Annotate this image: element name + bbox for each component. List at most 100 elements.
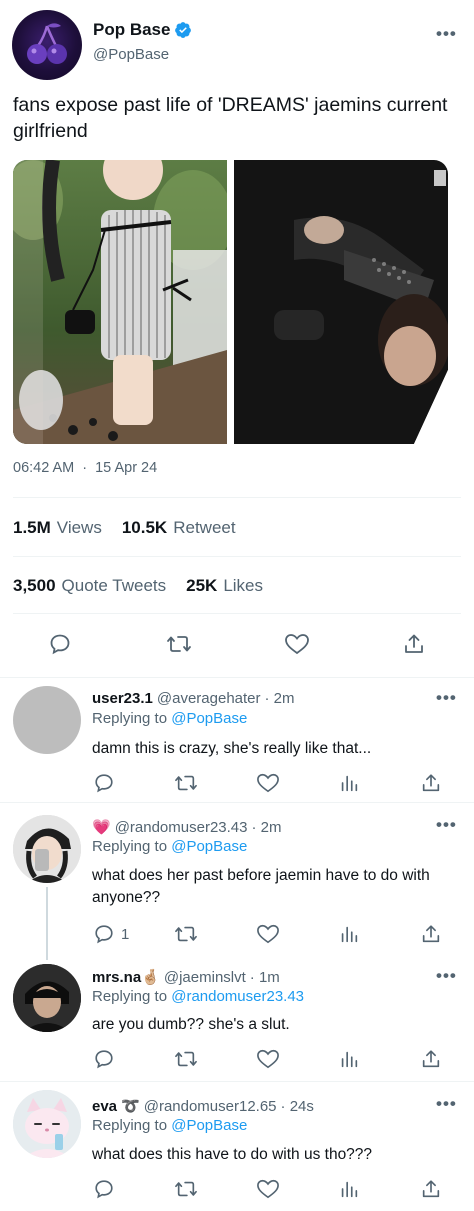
reply-header: mrs.na🤞🏼 @jaeminslvt · 1m xyxy=(92,968,280,987)
reply-handle[interactable]: @randomuser23.43 xyxy=(115,819,248,836)
bar-chart-icon xyxy=(341,1181,358,1198)
tweet-text: fans expose past life of 'DREAMS' jaemin… xyxy=(13,94,448,142)
likes-stat[interactable]: 25K Likes xyxy=(186,576,263,596)
like-button[interactable] xyxy=(256,1178,280,1200)
reply-count: 1 xyxy=(121,925,130,943)
reply-time: · 1m xyxy=(249,968,280,986)
share-button[interactable] xyxy=(402,632,426,656)
more-options-icon[interactable]: ••• xyxy=(436,966,457,986)
reply-header: 💗 @randomuser23.43 · 2m xyxy=(92,818,282,837)
like-button[interactable] xyxy=(256,772,280,794)
more-options-icon[interactable]: ••• xyxy=(436,815,457,835)
reply-text: what does this have to do with us tho??? xyxy=(92,1146,373,1163)
retweets-count: 10.5K xyxy=(121,518,168,537)
bar-chart-icon xyxy=(341,926,358,943)
reply-tweet[interactable]: 💗 @randomuser23.43 · 2m ••• Replying to … xyxy=(0,803,474,960)
heart-icon xyxy=(257,1049,279,1069)
reply-text: are you dumb?? she's a slut. xyxy=(92,1016,290,1033)
reply-button[interactable]: 1 xyxy=(93,923,129,945)
replying-prefix: Replying to xyxy=(92,838,168,855)
quotes-count: 3,500 xyxy=(13,576,56,595)
reply-time: · 24s xyxy=(280,1097,314,1115)
avatar[interactable] xyxy=(13,964,81,1032)
reply-display-name[interactable]: 💗 xyxy=(92,818,111,836)
reply-display-name[interactable]: eva xyxy=(92,1098,117,1115)
analytics-button[interactable] xyxy=(338,772,360,794)
tweet-action-bar xyxy=(0,626,474,666)
avatar[interactable] xyxy=(13,1090,81,1158)
replying-to: Replying to @randomuser23.43 xyxy=(92,988,304,1005)
share-icon xyxy=(422,925,440,943)
heart-icon xyxy=(285,634,309,655)
retweet-button[interactable] xyxy=(174,1178,198,1200)
replying-to-link[interactable]: @PopBase xyxy=(171,838,247,855)
tweet-header: Pop Base @PopBase ••• xyxy=(0,0,474,84)
media-image-1[interactable] xyxy=(13,160,227,444)
reply-text: what does her past before jaemin have to… xyxy=(92,867,430,906)
replying-to-link[interactable]: @PopBase xyxy=(171,710,247,727)
reply-time: · 2m xyxy=(251,818,282,836)
media-image-2[interactable] xyxy=(234,160,448,444)
reply-handle[interactable]: @averagehater xyxy=(157,690,261,707)
stats-row-quotes-likes: 3,500 Quote Tweets 25K Likes xyxy=(13,576,263,596)
views-stat[interactable]: 1.5M Views xyxy=(13,518,102,538)
retweet-button[interactable] xyxy=(166,632,192,656)
retweet-button[interactable] xyxy=(174,772,198,794)
reply-tweet[interactable]: mrs.na🤞🏼 @jaeminslvt · 1m ••• Replying t… xyxy=(0,960,474,1080)
like-button[interactable] xyxy=(256,1048,280,1070)
cat-avatar-icon xyxy=(13,1090,81,1158)
person-photo-icon xyxy=(13,964,81,1032)
divider xyxy=(13,497,461,498)
person-photo-icon xyxy=(13,815,81,883)
photo-man-in-car-icon xyxy=(234,160,448,444)
share-icon xyxy=(422,774,440,792)
reply-display-name[interactable]: user23.1 xyxy=(92,690,153,707)
speech-bubble-icon xyxy=(95,925,113,944)
reply-tweet[interactable]: user23.1 @averagehater · 2m ••• Replying… xyxy=(0,678,474,802)
share-button[interactable] xyxy=(420,1178,442,1200)
author-handle[interactable]: @PopBase xyxy=(93,46,169,63)
share-button[interactable] xyxy=(420,772,442,794)
analytics-button[interactable] xyxy=(338,923,360,945)
share-button[interactable] xyxy=(420,1048,442,1070)
author-display-name[interactable]: Pop Base xyxy=(93,20,170,40)
reply-button[interactable] xyxy=(93,772,115,794)
avatar[interactable] xyxy=(13,815,81,883)
reply-button[interactable] xyxy=(93,1048,115,1070)
reply-action-bar xyxy=(0,1174,474,1211)
quotes-stat[interactable]: 3,500 Quote Tweets xyxy=(13,576,166,596)
more-options-icon[interactable]: ••• xyxy=(436,688,457,708)
analytics-button[interactable] xyxy=(338,1048,360,1070)
reply-display-name[interactable]: mrs.na🤞🏼 xyxy=(92,968,160,986)
reply-button[interactable] xyxy=(48,632,72,656)
retweet-icon xyxy=(175,1181,197,1197)
avatar[interactable] xyxy=(13,686,81,754)
tweet-timestamp[interactable]: 06:42 AM · 15 Apr 24 xyxy=(13,460,157,476)
avatar[interactable] xyxy=(12,10,82,80)
speech-bubble-icon xyxy=(50,634,70,655)
like-button[interactable] xyxy=(256,923,280,945)
retweets-stat[interactable]: 10.5K Retweet xyxy=(122,518,236,538)
share-button[interactable] xyxy=(420,923,442,945)
reply-handle[interactable]: @jaeminslvt xyxy=(164,969,246,986)
reply-action-bar xyxy=(0,1044,474,1084)
heart-icon xyxy=(257,1179,279,1199)
replying-to-link[interactable]: @randomuser23.43 xyxy=(171,988,304,1005)
tweet-date: 15 Apr 24 xyxy=(95,460,158,476)
tweet-media[interactable] xyxy=(13,160,448,444)
reply-button[interactable] xyxy=(93,1178,115,1200)
retweet-icon xyxy=(175,1051,197,1067)
like-button[interactable] xyxy=(284,632,310,656)
analytics-button[interactable] xyxy=(338,1178,360,1200)
author-name-row[interactable]: Pop Base xyxy=(93,20,192,40)
cherry-logo-icon xyxy=(27,23,67,64)
reply-tweet[interactable]: eva ➰ @randomuser12.65 · 24s ••• Replyin… xyxy=(0,1082,474,1211)
retweet-button[interactable] xyxy=(174,1048,198,1070)
replying-to-link[interactable]: @PopBase xyxy=(171,1117,247,1134)
retweet-button[interactable] xyxy=(174,923,198,945)
likes-label: Likes xyxy=(223,576,264,595)
more-options-icon[interactable]: ••• xyxy=(436,24,457,44)
reply-handle[interactable]: @randomuser12.65 xyxy=(144,1098,277,1115)
replying-to: Replying to @PopBase xyxy=(92,838,247,855)
more-options-icon[interactable]: ••• xyxy=(436,1094,457,1114)
